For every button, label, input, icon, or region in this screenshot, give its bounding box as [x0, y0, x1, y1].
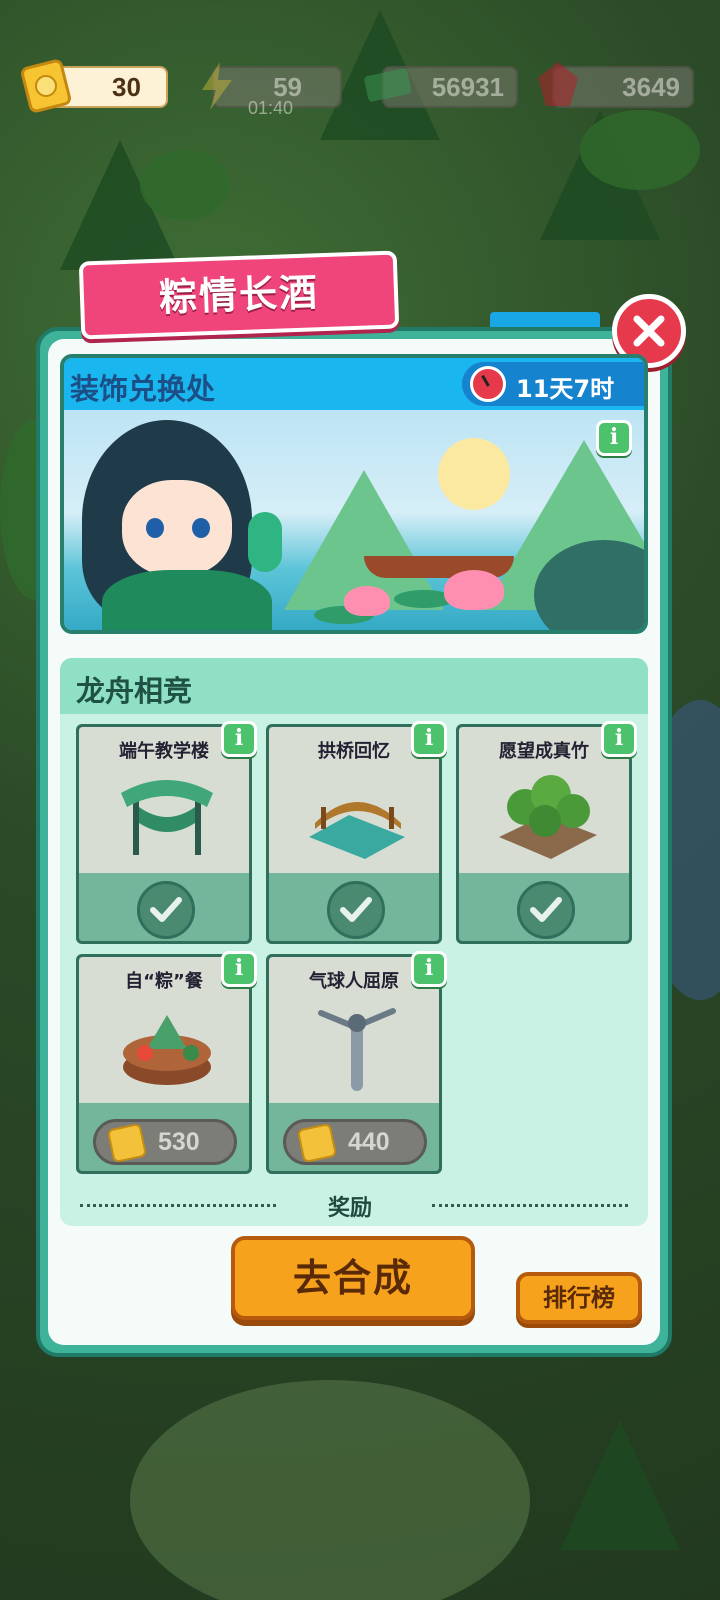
zongzi-feast-item-image	[123, 1015, 211, 1085]
exchange-price-button[interactable]: 440	[283, 1119, 427, 1165]
section-header: 龙舟相竞	[60, 658, 648, 714]
snake-art	[248, 512, 282, 572]
divider-line	[432, 1204, 628, 1207]
gem-counter[interactable]: 3649	[538, 62, 694, 108]
background-tree	[560, 1420, 680, 1550]
banner-illustration	[64, 410, 644, 630]
item-info-button[interactable]	[221, 951, 257, 987]
owned-badge	[517, 881, 575, 939]
lotus-art	[444, 570, 504, 610]
item-info-button[interactable]	[411, 721, 447, 757]
reward-label: 奖励	[328, 1196, 373, 1221]
character-robe	[102, 570, 272, 630]
item-card[interactable]: 自“粽”餐 530	[76, 951, 257, 1174]
dialog-title: 粽情长酒	[158, 270, 320, 320]
ticket-icon	[296, 1122, 338, 1164]
item-card[interactable]: 气球人屈原 440	[266, 951, 447, 1174]
section-title: 龙舟相竞	[76, 674, 193, 708]
banner-info-button[interactable]	[596, 420, 632, 456]
exchange-price-button[interactable]: 530	[93, 1119, 237, 1165]
energy-timer: 01:40	[248, 98, 294, 118]
item-info-button[interactable]	[411, 951, 447, 987]
item-info-button[interactable]	[601, 721, 637, 757]
cash-icon	[364, 68, 412, 102]
background-building	[130, 1380, 530, 1600]
cash-count: 56931	[431, 72, 504, 102]
banner-title: 装饰兑换处	[70, 372, 216, 406]
event-banner: 装饰兑换处 11天7时	[60, 354, 648, 634]
character-eye	[146, 518, 164, 538]
ruby-icon	[538, 62, 578, 106]
reward-divider: 奖励	[80, 1188, 628, 1224]
time-left: 11天7时	[516, 375, 615, 403]
go-merge-button[interactable]: 去合成	[231, 1236, 475, 1320]
ticket-icon	[21, 59, 71, 113]
item-card[interactable]: 端午教学楼	[76, 721, 257, 944]
background-bush	[580, 110, 700, 190]
item-section: 龙舟相竞 端午教学楼 拱桥回忆	[60, 658, 648, 1226]
lotus-art	[344, 586, 390, 616]
checkmark-icon	[150, 897, 182, 922]
countdown-timer: 11天7时	[462, 362, 644, 406]
banner-header: 装饰兑换处 11天7时	[64, 358, 644, 410]
go-merge-label: 去合成	[292, 1256, 413, 1300]
item-info-button[interactable]	[221, 721, 257, 757]
character-eye	[192, 518, 210, 538]
character-portrait	[72, 410, 282, 630]
owned-badge	[137, 881, 195, 939]
item-price: 530	[158, 1128, 200, 1156]
bridge-item-image	[309, 802, 405, 859]
pavilion-item-image	[121, 780, 213, 855]
close-icon	[633, 315, 665, 347]
item-card[interactable]: 愿望成真竹	[456, 721, 637, 944]
clock-icon	[470, 366, 506, 402]
bamboo-item-image	[499, 775, 597, 859]
leaderboard-label: 排行榜	[543, 1284, 615, 1312]
owned-badge	[327, 881, 385, 939]
gem-count: 3649	[622, 72, 680, 102]
balloon-man-item-image	[318, 1008, 396, 1091]
item-card[interactable]: 拱桥回忆	[266, 721, 447, 944]
lightning-icon	[202, 62, 232, 110]
ticket-icon	[106, 1122, 148, 1164]
ticket-count: 30	[112, 72, 141, 102]
item-price: 440	[348, 1128, 390, 1156]
background-bush	[140, 150, 230, 220]
character-face	[122, 480, 232, 576]
divider-line	[80, 1204, 276, 1207]
checkmark-icon	[530, 897, 562, 922]
dialog-title-tab: 粽情长酒	[78, 250, 400, 340]
checkmark-icon	[340, 897, 372, 922]
leaderboard-button[interactable]: 排行榜	[516, 1272, 642, 1324]
ticket-counter[interactable]: 30	[21, 59, 168, 113]
cash-counter[interactable]: 56931	[364, 66, 518, 108]
